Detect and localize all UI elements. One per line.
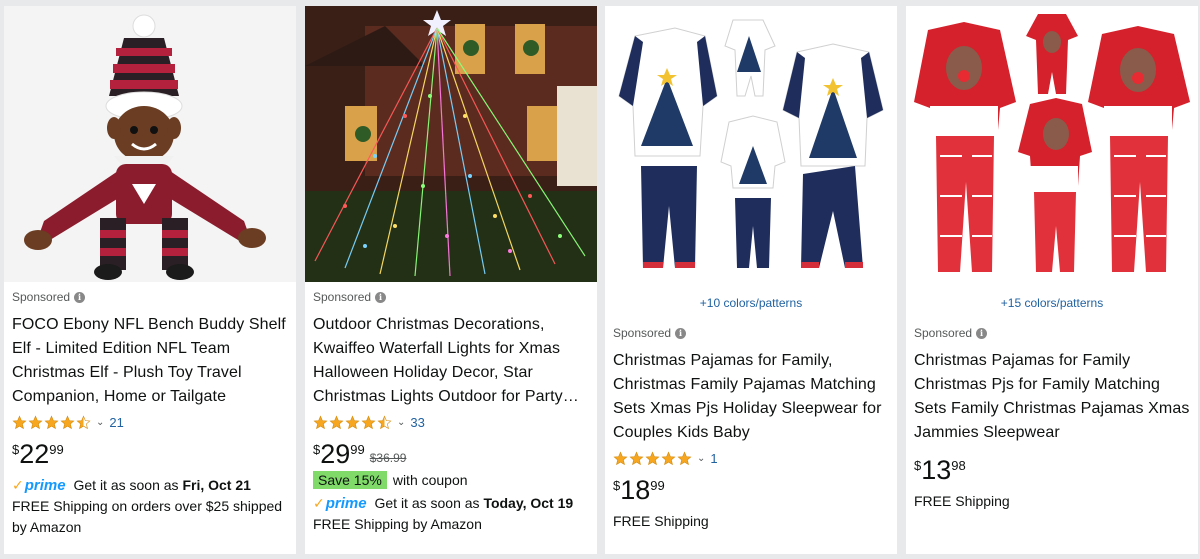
star-full-icon	[44, 414, 59, 429]
price-row[interactable]: $ 13 98	[914, 455, 1190, 487]
prime-badge: ✓ prime	[12, 477, 66, 494]
price[interactable]: $ 18 99	[613, 475, 665, 505]
colors-patterns-link[interactable]: +10 colors/patterns	[613, 296, 889, 310]
sponsored-label[interactable]: Sponsored i	[613, 326, 889, 340]
coupon-text: with coupon	[392, 472, 468, 488]
rating-row[interactable]: ⌄ 33	[313, 411, 589, 433]
star-half-icon	[377, 414, 392, 429]
product-card-lights[interactable]: Sponsored i Outdoor Christmas Decoration…	[305, 6, 597, 554]
price[interactable]: $ 29 99	[313, 439, 365, 469]
star-rating[interactable]	[613, 450, 692, 466]
star-full-icon	[361, 414, 376, 429]
info-icon[interactable]: i	[74, 291, 86, 303]
star-full-icon	[629, 450, 644, 465]
product-image-pajamas-red[interactable]	[906, 6, 1198, 282]
sponsored-label[interactable]: Sponsored i	[313, 290, 589, 304]
shipping-info: FREE Shipping	[613, 513, 709, 529]
star-full-icon	[677, 450, 692, 465]
product-title[interactable]: Christmas Pajamas for Family, Christmas …	[613, 349, 889, 445]
rating-count[interactable]: 21	[109, 415, 123, 430]
info-icon[interactable]: i	[976, 327, 988, 339]
sponsored-label[interactable]: Sponsored i	[914, 326, 1190, 340]
shipping-info: FREE Shipping	[914, 493, 1010, 509]
chevron-down-icon[interactable]: ⌄	[397, 417, 405, 428]
star-full-icon	[345, 414, 360, 429]
colors-patterns-link[interactable]: +15 colors/patterns	[914, 296, 1190, 310]
delivery-info: ✓ prime Get it as soon as Fri, Oct 21	[12, 477, 251, 494]
check-icon: ✓	[12, 477, 24, 493]
star-full-icon	[313, 414, 328, 429]
info-icon[interactable]: i	[675, 327, 687, 339]
list-price: $36.99	[369, 451, 407, 465]
product-card-pajamas-navy[interactable]: +10 colors/patterns Sponsored i Christma…	[605, 6, 897, 554]
star-full-icon	[12, 414, 27, 429]
pajamas-navy-image	[605, 6, 897, 282]
star-full-icon	[661, 450, 676, 465]
price[interactable]: $ 13 98	[914, 455, 966, 485]
star-rating[interactable]	[12, 414, 91, 430]
star-rating[interactable]	[313, 414, 392, 430]
star-full-icon	[613, 450, 628, 465]
price-row[interactable]: $ 18 99	[613, 475, 889, 507]
rating-count[interactable]: 1	[710, 451, 717, 466]
star-half-icon	[76, 414, 91, 429]
product-card-elf[interactable]: Sponsored i FOCO Ebony NFL Bench Buddy S…	[4, 6, 296, 554]
price[interactable]: $ 22 99	[12, 439, 64, 469]
star-full-icon	[28, 414, 43, 429]
product-title[interactable]: FOCO Ebony NFL Bench Buddy Shelf Elf - L…	[12, 313, 288, 409]
product-image-lights[interactable]	[305, 6, 597, 282]
chevron-down-icon[interactable]: ⌄	[96, 417, 104, 428]
price-row[interactable]: $ 29 99 $36.99	[313, 439, 589, 471]
star-full-icon	[645, 450, 660, 465]
product-title[interactable]: Christmas Pajamas for Family Christmas P…	[914, 349, 1190, 445]
coupon-row[interactable]: Save 15% with coupon	[313, 471, 589, 489]
delivery-info: ✓ prime Get it as soon as Today, Oct 19	[313, 495, 574, 512]
rating-row[interactable]: ⌄ 1	[613, 447, 889, 469]
chevron-down-icon[interactable]: ⌄	[697, 453, 705, 464]
product-image-pajamas-navy[interactable]	[605, 6, 897, 282]
product-image-elf[interactable]	[4, 6, 296, 282]
product-grid: Sponsored i FOCO Ebony NFL Bench Buddy S…	[0, 0, 1200, 559]
pajamas-red-image	[906, 6, 1198, 282]
prime-badge: ✓ prime	[313, 495, 367, 512]
waterfall-lights-image	[305, 6, 597, 282]
elf-plush-image	[4, 6, 296, 282]
product-title[interactable]: Outdoor Christmas Decorations, Kwaiffeo …	[313, 313, 589, 409]
shipping-info: FREE Shipping by Amazon	[313, 516, 482, 532]
rating-row[interactable]: ⌄ 21	[12, 411, 288, 433]
coupon-badge[interactable]: Save 15%	[313, 471, 387, 489]
sponsored-label[interactable]: Sponsored i	[12, 290, 288, 304]
star-full-icon	[60, 414, 75, 429]
product-card-pajamas-red[interactable]: +15 colors/patterns Sponsored i Christma…	[906, 6, 1198, 554]
rating-count[interactable]: 33	[410, 415, 424, 430]
price-row[interactable]: $ 22 99	[12, 439, 288, 471]
info-icon[interactable]: i	[375, 291, 387, 303]
shipping-info: FREE Shipping on orders over $25 shipped…	[12, 498, 283, 535]
check-icon: ✓	[313, 495, 325, 511]
star-full-icon	[329, 414, 344, 429]
